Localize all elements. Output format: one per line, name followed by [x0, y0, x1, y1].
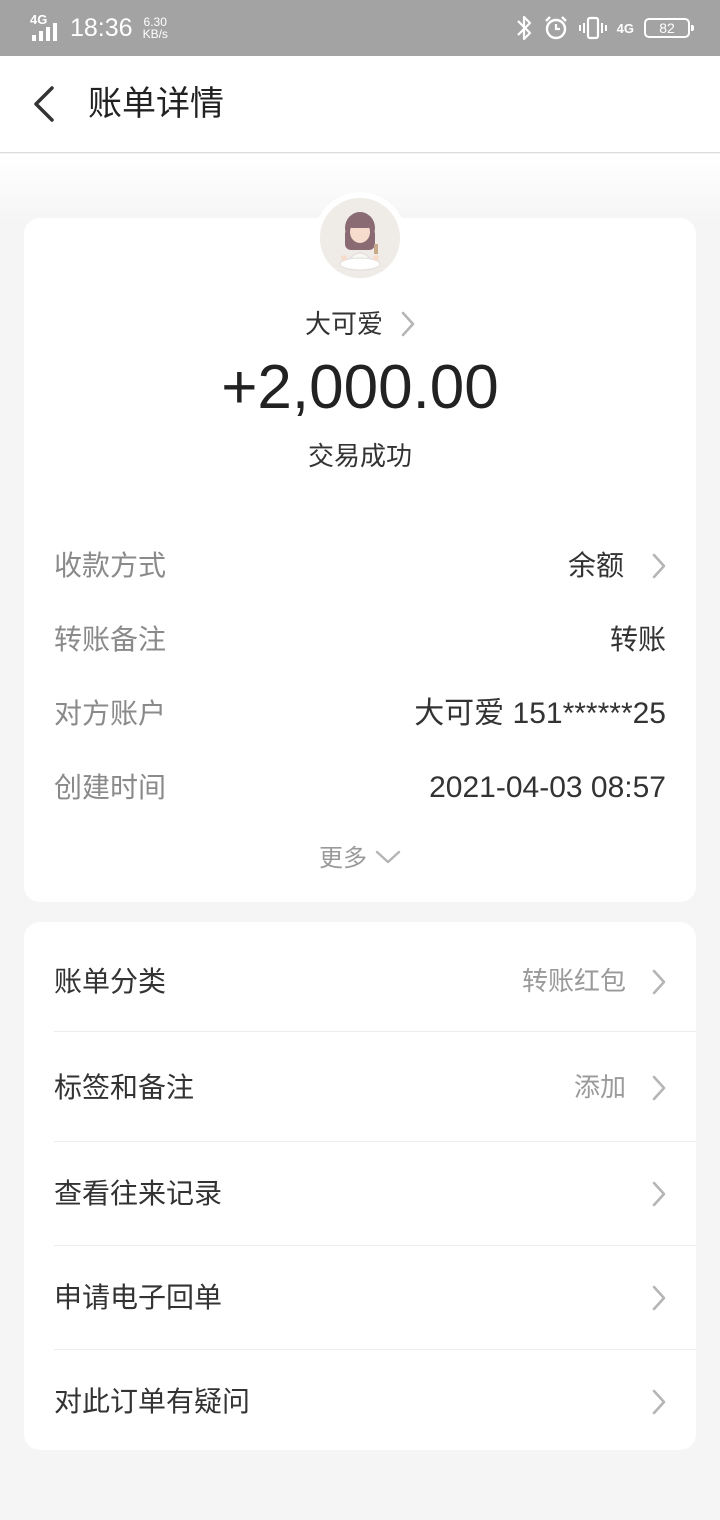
menu-label: 标签和备注 [54, 1071, 195, 1104]
detail-label: 转账备注 [54, 623, 167, 656]
chevron-right-icon [652, 1389, 666, 1415]
menu-label: 查看往来记录 [54, 1177, 223, 1210]
detail-row-created-time: 创建时间 2021-04-03 08:57 [54, 766, 666, 810]
battery-level: 82 [659, 20, 675, 36]
cell-signal-icon: 4G [30, 13, 62, 43]
back-button[interactable] [26, 80, 66, 128]
detail-row-counterparty-account: 对方账户 大可爱 151******25 [54, 692, 666, 736]
menu-label: 申请电子回单 [54, 1281, 223, 1314]
menu-row-bill-category[interactable]: 账单分类 转账红包 [54, 932, 696, 1032]
chevron-right-icon [652, 1285, 666, 1311]
avatar-image [320, 198, 400, 278]
detail-label: 对方账户 [54, 697, 167, 730]
chevron-right-icon [652, 553, 666, 579]
vibrate-icon [578, 16, 607, 40]
detail-row-payment-method[interactable]: 收款方式 余额 [54, 544, 666, 588]
network-speed-unit: KB/s [142, 27, 168, 41]
divider [54, 1141, 696, 1142]
status-bar: 4G 18:36 6.30 KB/s 4G 82 [0, 0, 720, 56]
more-label: 更多 [319, 844, 367, 872]
transaction-amount: +2,000.00 [221, 353, 499, 422]
detail-value: 转账 [609, 623, 666, 656]
menu-label: 对此订单有疑问 [54, 1385, 251, 1418]
detail-row-transfer-note: 转账备注 转账 [54, 618, 666, 662]
chevron-right-icon [652, 969, 666, 995]
menu-row-transaction-history[interactable]: 查看往来记录 [54, 1150, 696, 1244]
page-title: 账单详情 [88, 84, 224, 124]
detail-value: 大可爱 151******25 [414, 697, 666, 730]
network-type-right: 4G [616, 20, 634, 36]
header: 账单详情 [0, 56, 720, 153]
menu-value: 添加 [573, 1073, 626, 1103]
menu-row-e-receipt[interactable]: 申请电子回单 [54, 1254, 696, 1348]
detail-value: 2021-04-03 08:57 [429, 771, 666, 804]
divider [54, 1245, 696, 1246]
alarm-icon [544, 16, 567, 40]
menu-row-order-question[interactable]: 对此订单有疑问 [54, 1358, 696, 1450]
status-bar-right: 4G 82 [515, 10, 694, 46]
avatar[interactable] [320, 198, 400, 278]
network-type-left: 4G [30, 12, 48, 27]
payee-row[interactable]: 大可爱 [0, 306, 720, 344]
payee-name: 大可爱 [304, 310, 383, 340]
network-speed: 6.30 KB/s [143, 16, 168, 40]
detail-label: 收款方式 [54, 549, 167, 582]
chevron-down-icon [375, 850, 401, 864]
chevron-left-icon [34, 86, 54, 122]
detail-label: 创建时间 [54, 771, 167, 804]
transaction-status: 交易成功 [307, 442, 412, 472]
chevron-right-icon [652, 1075, 666, 1101]
more-button[interactable]: 更多 [0, 840, 720, 876]
status-bar-left: 4G 18:36 6.30 KB/s [30, 10, 168, 46]
battery-icon: 82 [644, 18, 694, 38]
chevron-right-icon [652, 1181, 666, 1207]
chevron-right-icon [401, 311, 415, 336]
status-time: 18:36 [70, 13, 133, 42]
menu-label: 账单分类 [54, 965, 167, 998]
menu-value: 转账红包 [521, 967, 626, 997]
divider [54, 1349, 696, 1350]
menu-row-tags-notes[interactable]: 标签和备注 添加 [54, 1042, 696, 1142]
bluetooth-icon [516, 15, 531, 41]
detail-value: 余额 [567, 549, 624, 582]
divider [54, 1031, 696, 1032]
